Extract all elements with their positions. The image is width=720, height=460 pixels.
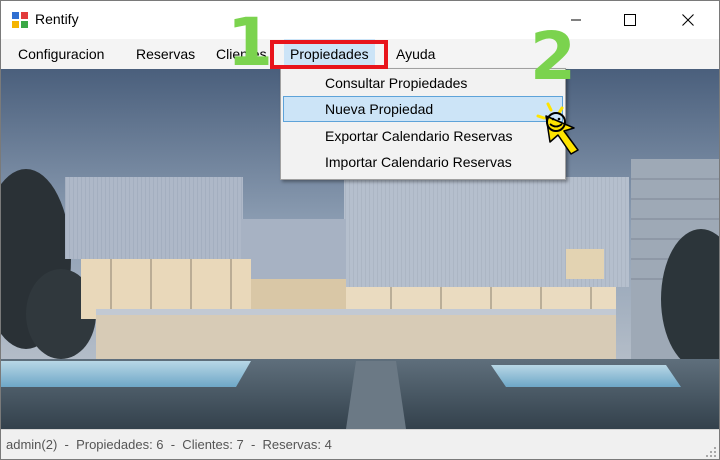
app-icon (12, 12, 28, 28)
resize-grip-icon[interactable] (705, 446, 717, 458)
step-number-2: 2 (530, 18, 576, 95)
title-bar[interactable]: Rentify (1, 1, 719, 39)
step-number-1: 1 (227, 4, 273, 81)
close-button[interactable] (665, 1, 711, 39)
window-title: Rentify (35, 11, 79, 27)
status-bar: admin(2) - Propiedades: 6 - Clientes: 7 … (1, 429, 719, 459)
menu-ayuda[interactable]: Ayuda (390, 39, 441, 69)
menu-item-consultar-propiedades[interactable]: Consultar Propiedades (283, 70, 563, 96)
menu-item-nueva-propiedad[interactable]: Nueva Propiedad (283, 96, 563, 122)
cursor-click-icon (536, 102, 579, 155)
highlight-box (270, 40, 388, 69)
propiedades-dropdown: Consultar Propiedades Nueva Propiedad Ex… (280, 68, 566, 180)
menu-configuracion[interactable]: Configuracion (12, 39, 110, 69)
menu-item-exportar-calendario[interactable]: Exportar Calendario Reservas (283, 123, 563, 149)
menu-reservas[interactable]: Reservas (130, 39, 201, 69)
menu-item-importar-calendario[interactable]: Importar Calendario Reservas (283, 149, 563, 175)
maximize-button[interactable] (607, 1, 653, 39)
close-icon (682, 14, 694, 26)
maximize-icon (624, 14, 636, 26)
status-text: admin(2) - Propiedades: 6 - Clientes: 7 … (6, 437, 332, 452)
